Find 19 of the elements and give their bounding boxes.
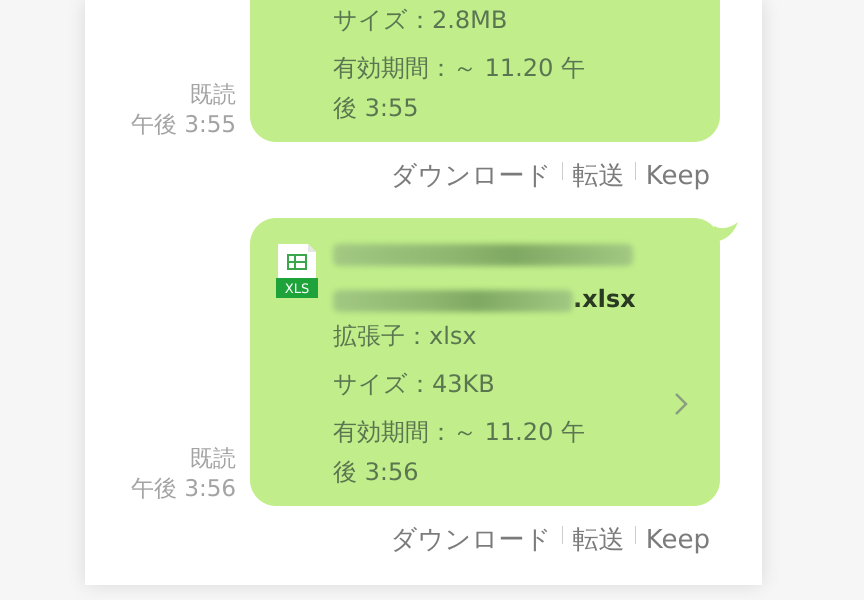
read-receipt: 既読 — [190, 445, 236, 474]
file-extension: .xlsx — [573, 286, 636, 312]
message-action-link[interactable]: Keep — [646, 524, 710, 556]
message-action-link[interactable]: ダウンロード — [390, 524, 552, 556]
file-message-bubble[interactable]: サイズ：2.8MB 有効期間：～ 11.20 午後 3:55 — [250, 0, 720, 142]
read-receipt: 既読 — [190, 81, 236, 110]
file-detail: サイズ：2.8MB — [333, 5, 508, 36]
message-action-link[interactable]: Keep — [646, 160, 710, 192]
message-action-link[interactable]: 転送 — [572, 524, 625, 556]
file-message-bubble[interactable]: XLS .xlsx 拡張子：xlsx サイズ：43KB 有効期間：～ 11.20 午後 3:56 — [250, 218, 720, 506]
message-time: 午後 3:56 — [131, 475, 236, 504]
message-action-link[interactable]: ダウンロード — [390, 160, 552, 192]
file-detail: サイズ：43KB — [333, 369, 496, 400]
chevron-right-icon[interactable] — [674, 392, 688, 416]
file-detail: 拡張子：xlsx — [333, 321, 478, 352]
file-detail: 有効期間：～ 11.20 午後 3:55 — [333, 53, 586, 124]
message-action-link[interactable]: 転送 — [572, 160, 625, 192]
message-time: 午後 3:55 — [131, 111, 236, 140]
file-detail: 有効期間：～ 11.20 午後 3:56 — [333, 417, 586, 488]
